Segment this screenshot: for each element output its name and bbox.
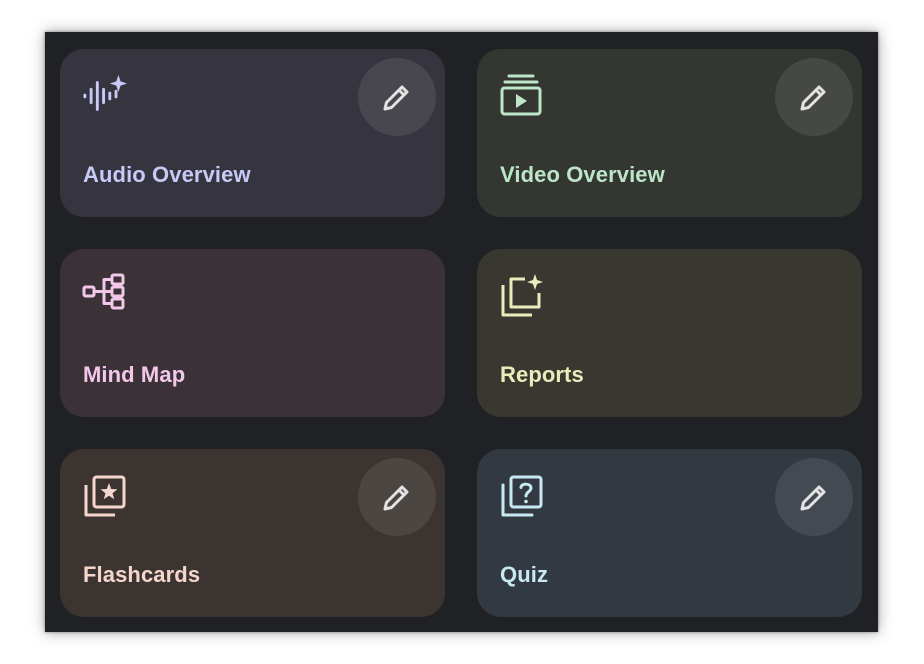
edit-audio-overview-button[interactable] xyxy=(358,58,436,136)
flashcards-card[interactable]: Flashcards xyxy=(60,449,445,617)
audio-waveform-sparkle-icon xyxy=(82,73,128,119)
flashcards-star-icon xyxy=(82,473,128,519)
pencil-icon xyxy=(380,480,414,514)
quiz-question-icon xyxy=(499,473,545,519)
studio-tiles-grid: Audio Overview Video Overview Mind Map R… xyxy=(60,49,862,617)
card-label: Mind Map xyxy=(83,362,186,387)
report-sparkle-icon xyxy=(499,273,545,319)
card-label: Audio Overview xyxy=(83,162,251,187)
pencil-icon xyxy=(797,80,831,114)
pencil-icon xyxy=(797,480,831,514)
mind-map-icon xyxy=(82,273,128,319)
edit-quiz-button[interactable] xyxy=(775,458,853,536)
video-slides-icon xyxy=(499,73,545,119)
card-label: Quiz xyxy=(500,562,549,587)
card-label: Reports xyxy=(500,362,584,387)
mind-map-card[interactable]: Mind Map xyxy=(60,249,445,417)
edit-video-overview-button[interactable] xyxy=(775,58,853,136)
edit-flashcards-button[interactable] xyxy=(358,458,436,536)
reports-card[interactable]: Reports xyxy=(477,249,862,417)
pencil-icon xyxy=(380,80,414,114)
video-overview-card[interactable]: Video Overview xyxy=(477,49,862,217)
studio-panel: Audio Overview Video Overview Mind Map R… xyxy=(45,32,878,632)
card-label: Flashcards xyxy=(83,562,201,587)
audio-overview-card[interactable]: Audio Overview xyxy=(60,49,445,217)
quiz-card[interactable]: Quiz xyxy=(477,449,862,617)
card-label: Video Overview xyxy=(500,162,665,187)
